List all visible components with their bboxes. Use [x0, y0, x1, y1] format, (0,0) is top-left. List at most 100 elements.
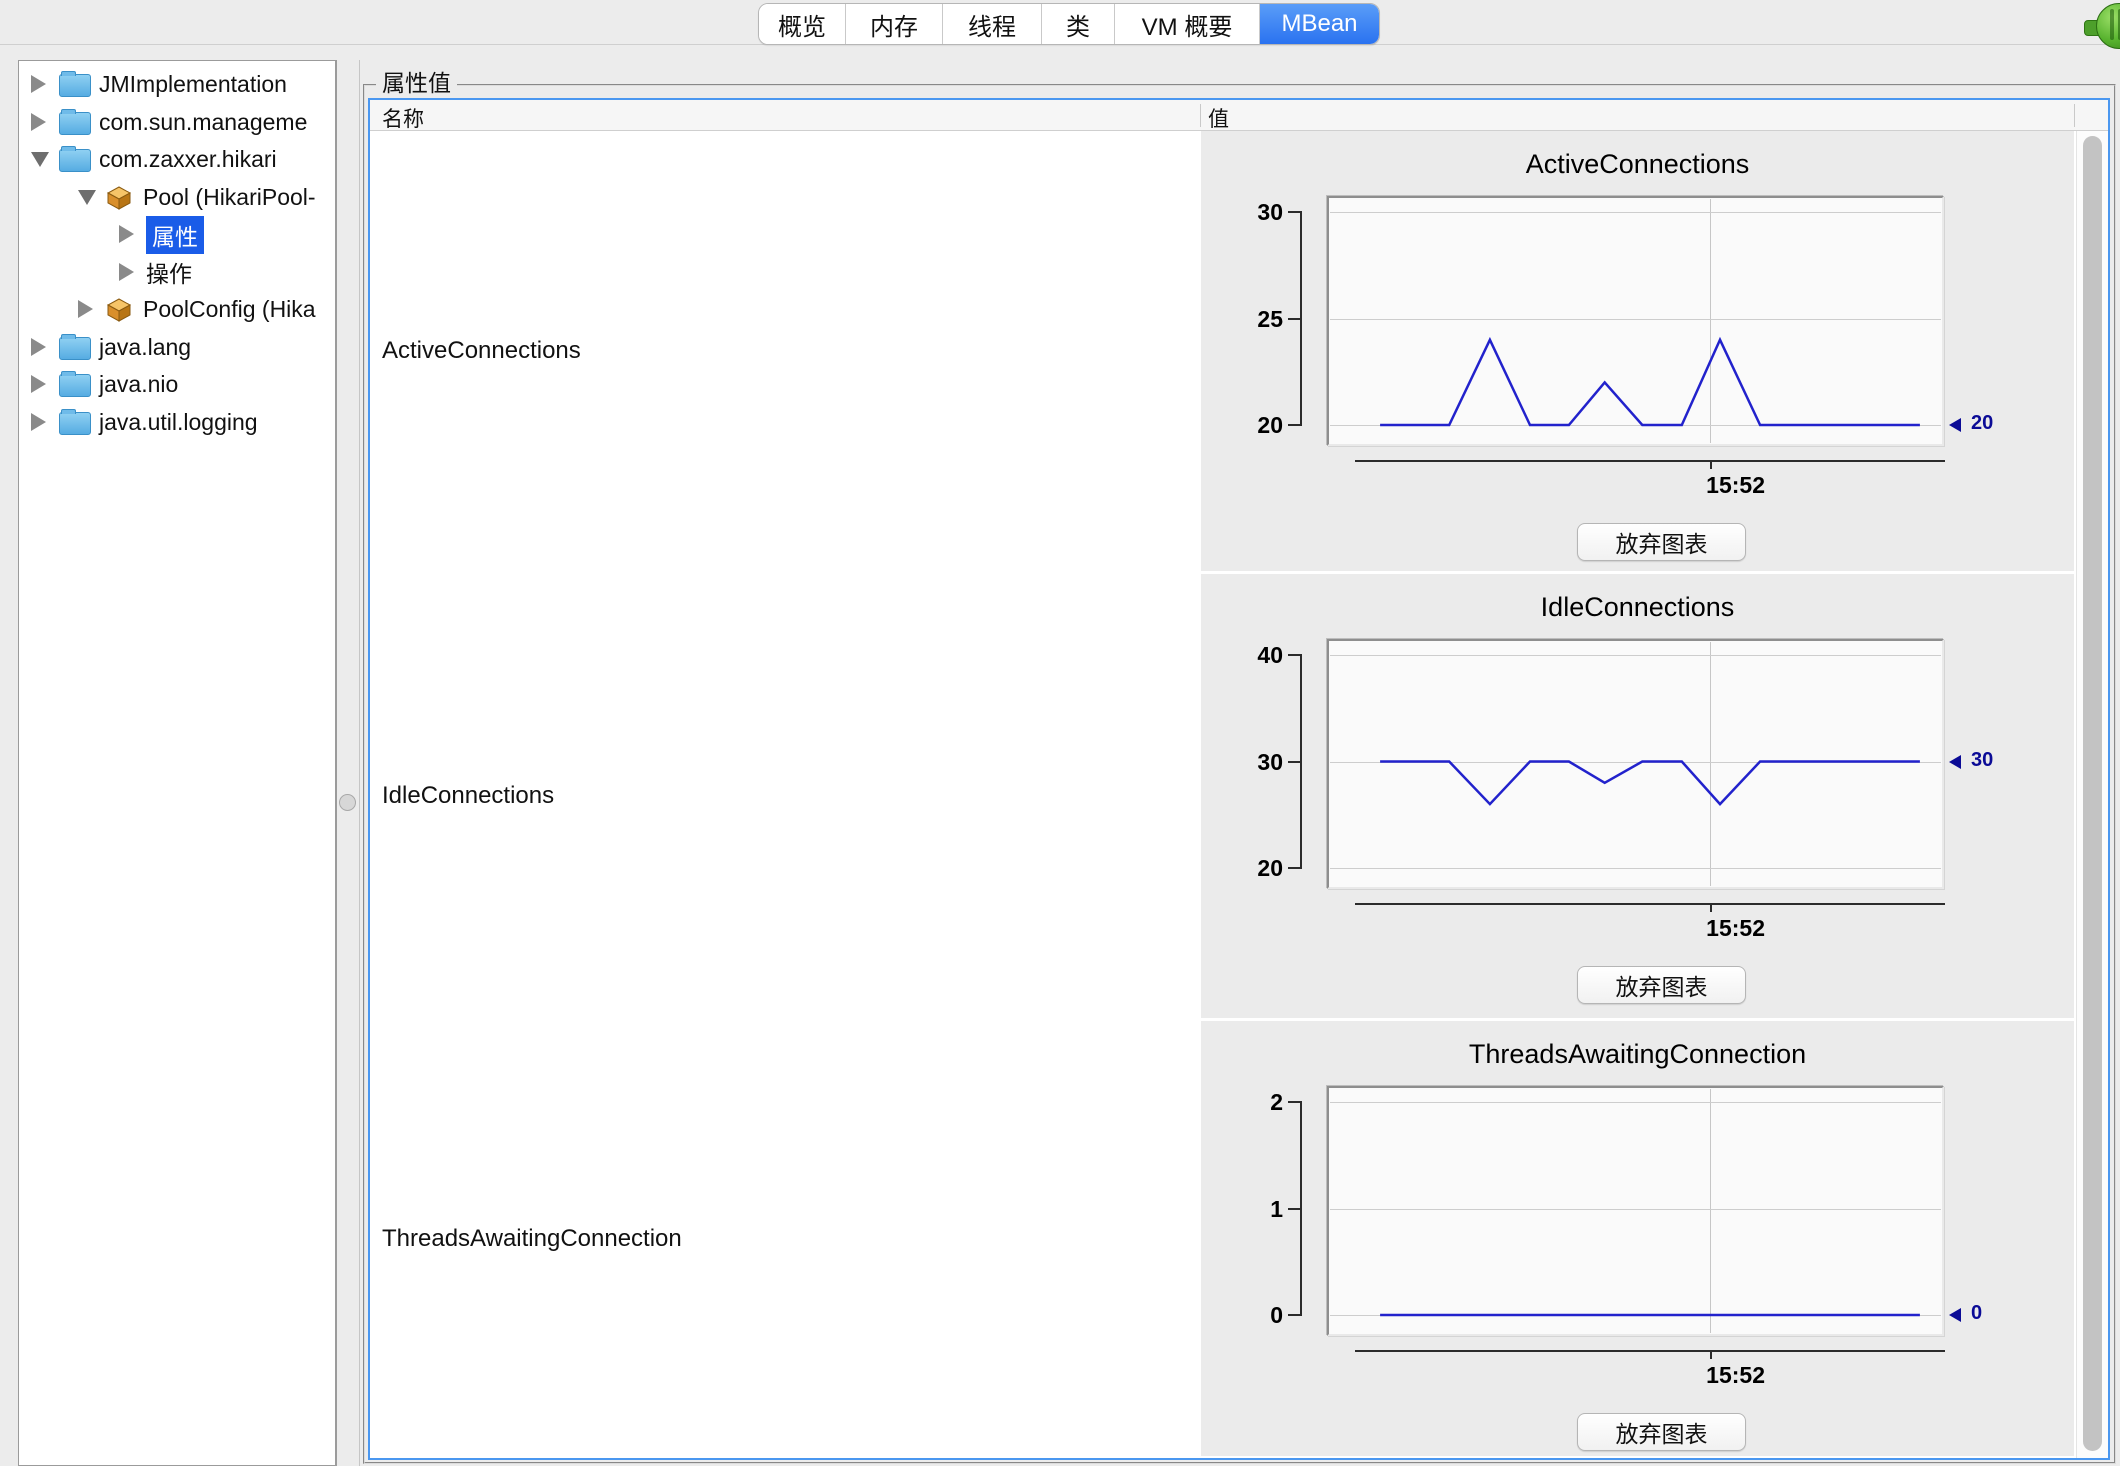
tree-item-label[interactable]: JMImplementation: [99, 71, 287, 98]
tree-item-java-util-logging[interactable]: java.util.logging: [19, 404, 335, 441]
tree-item-label[interactable]: PoolConfig (Hika: [143, 296, 316, 323]
chart-line-svg: [1327, 196, 1944, 446]
folder-icon: [59, 374, 91, 397]
discard-chart-button[interactable]: 放弃图表: [1577, 966, 1746, 1004]
folder-icon: [59, 149, 91, 172]
current-value-arrow-icon: [1949, 418, 1961, 432]
attributes-table: 名称值 ActiveConnectionsActiveConnections30…: [368, 98, 2110, 1460]
folder-icon: [59, 74, 91, 97]
tree-item-poolconfig-hika[interactable]: PoolConfig (Hika: [19, 291, 335, 328]
y-tick: [1288, 318, 1300, 320]
y-tick: [1288, 1208, 1300, 1210]
tab-threads[interactable]: 线程: [943, 4, 1042, 44]
vertical-scrollbar[interactable]: [2076, 131, 2108, 1458]
y-axis: [1300, 1101, 1302, 1316]
y-axis: [1300, 654, 1302, 869]
x-axis: [1355, 1350, 1945, 1352]
chevron-down-icon[interactable]: [31, 152, 49, 167]
attribute-name: ThreadsAwaitingConnection: [382, 1225, 682, 1253]
tree-item-label[interactable]: java.nio: [99, 371, 178, 398]
attribute-name-cell[interactable]: ActiveConnections: [370, 131, 1201, 571]
y-tick: [1288, 424, 1300, 426]
chart-line: [1380, 762, 1920, 805]
attribute-name-cell[interactable]: ThreadsAwaitingConnection: [370, 1021, 1201, 1456]
chevron-right-icon[interactable]: [119, 263, 134, 281]
tree-item-label[interactable]: 操作: [146, 255, 192, 289]
tab-overview[interactable]: 概览: [759, 4, 846, 44]
y-tick-label: 30: [1223, 748, 1283, 776]
discard-chart-button[interactable]: 放弃图表: [1577, 1413, 1746, 1451]
chart-threadsawaitingconnection: ThreadsAwaitingConnection21015:520放弃图表: [1201, 1021, 2074, 1456]
x-axis: [1355, 903, 1945, 905]
x-tick-label: 15:52: [1706, 472, 1765, 499]
y-tick: [1288, 1101, 1300, 1103]
splitter-handle[interactable]: [339, 794, 356, 811]
tab-memory[interactable]: 内存: [846, 4, 943, 44]
column-separator[interactable]: [2074, 104, 2075, 127]
table-header-row: 名称 值: [370, 100, 2108, 131]
tree-item-label[interactable]: com.sun.manageme: [99, 109, 307, 136]
chevron-right-icon[interactable]: [31, 75, 46, 93]
jconsole-window: 概览内存线程类VM 概要MBean JMImplementation com.su…: [0, 0, 2120, 1466]
current-value-arrow-icon: [1949, 1308, 1961, 1322]
tree-item-java-nio[interactable]: java.nio: [19, 366, 335, 403]
chevron-right-icon[interactable]: [31, 113, 46, 131]
chart-line-svg: [1327, 639, 1944, 889]
current-value-arrow-icon: [1949, 755, 1961, 769]
x-tick: [1710, 460, 1712, 469]
tree-item-label[interactable]: 属性: [146, 216, 204, 254]
y-tick-label: 30: [1223, 198, 1283, 226]
tree-item-label[interactable]: java.lang: [99, 334, 191, 361]
column-separator[interactable]: [1200, 104, 1201, 127]
y-tick: [1288, 654, 1300, 656]
x-tick-label: 15:52: [1706, 1362, 1765, 1389]
column-header-name[interactable]: 名称: [382, 103, 424, 133]
tree-item-label[interactable]: java.util.logging: [99, 409, 258, 436]
tab-vm-summary[interactable]: VM 概要: [1115, 4, 1260, 44]
tree-item-label[interactable]: com.zaxxer.hikari: [99, 146, 277, 173]
plug-ball-icon: [2096, 3, 2120, 49]
attribute-name-cell[interactable]: IdleConnections: [370, 574, 1201, 1018]
folder-icon: [59, 412, 91, 435]
chevron-right-icon[interactable]: [31, 413, 46, 431]
x-tick-label: 15:52: [1706, 915, 1765, 942]
chevron-right-icon[interactable]: [78, 300, 93, 318]
attribute-name: IdleConnections: [382, 782, 554, 810]
chart-line: [1380, 340, 1920, 425]
x-tick: [1710, 903, 1712, 912]
y-tick-label: 25: [1223, 305, 1283, 333]
chart-activeconnections: ActiveConnections30252015:5220放弃图表: [1201, 131, 2074, 571]
folder-icon: [59, 337, 91, 360]
y-tick-label: 1: [1223, 1195, 1283, 1223]
scrollbar-thumb[interactable]: [2083, 136, 2102, 1451]
tree-item--[interactable]: 属性: [19, 216, 335, 253]
y-tick-label: 2: [1223, 1088, 1283, 1116]
y-axis: [1300, 211, 1302, 426]
current-value: 0: [1971, 1302, 1982, 1325]
panel-splitter[interactable]: [336, 60, 360, 1466]
tree-item--[interactable]: 操作: [19, 254, 335, 291]
chevron-down-icon[interactable]: [78, 190, 96, 205]
x-tick: [1710, 1350, 1712, 1359]
y-tick: [1288, 867, 1300, 869]
chart-title: IdleConnections: [1201, 592, 2074, 623]
groupbox-title: 属性值: [376, 70, 457, 96]
chart-title: ThreadsAwaitingConnection: [1201, 1039, 2074, 1070]
chevron-right-icon[interactable]: [31, 338, 46, 356]
tree-item-com-zaxxer-hikari[interactable]: com.zaxxer.hikari: [19, 141, 335, 178]
mbean-tree: JMImplementation com.sun.manageme com.zaxx…: [18, 60, 336, 1466]
tree-item-com-sun-manageme[interactable]: com.sun.manageme: [19, 104, 335, 141]
tree-item-label[interactable]: Pool (HikariPool-: [143, 184, 316, 211]
tab-classes[interactable]: 类: [1042, 4, 1115, 44]
column-header-value[interactable]: 值: [1208, 103, 1229, 133]
tab-mbean[interactable]: MBean: [1260, 4, 1379, 44]
y-tick: [1288, 211, 1300, 213]
plug-stripe-icon: [2110, 9, 2114, 40]
tree-item-pool-hikaripool-[interactable]: Pool (HikariPool-: [19, 179, 335, 216]
discard-chart-button[interactable]: 放弃图表: [1577, 523, 1746, 561]
tree-item-java-lang[interactable]: java.lang: [19, 329, 335, 366]
chevron-right-icon[interactable]: [119, 225, 134, 243]
connection-plug-icon: [2082, 0, 2120, 50]
chevron-right-icon[interactable]: [31, 375, 46, 393]
tree-item-jmimplementation[interactable]: JMImplementation: [19, 66, 335, 103]
